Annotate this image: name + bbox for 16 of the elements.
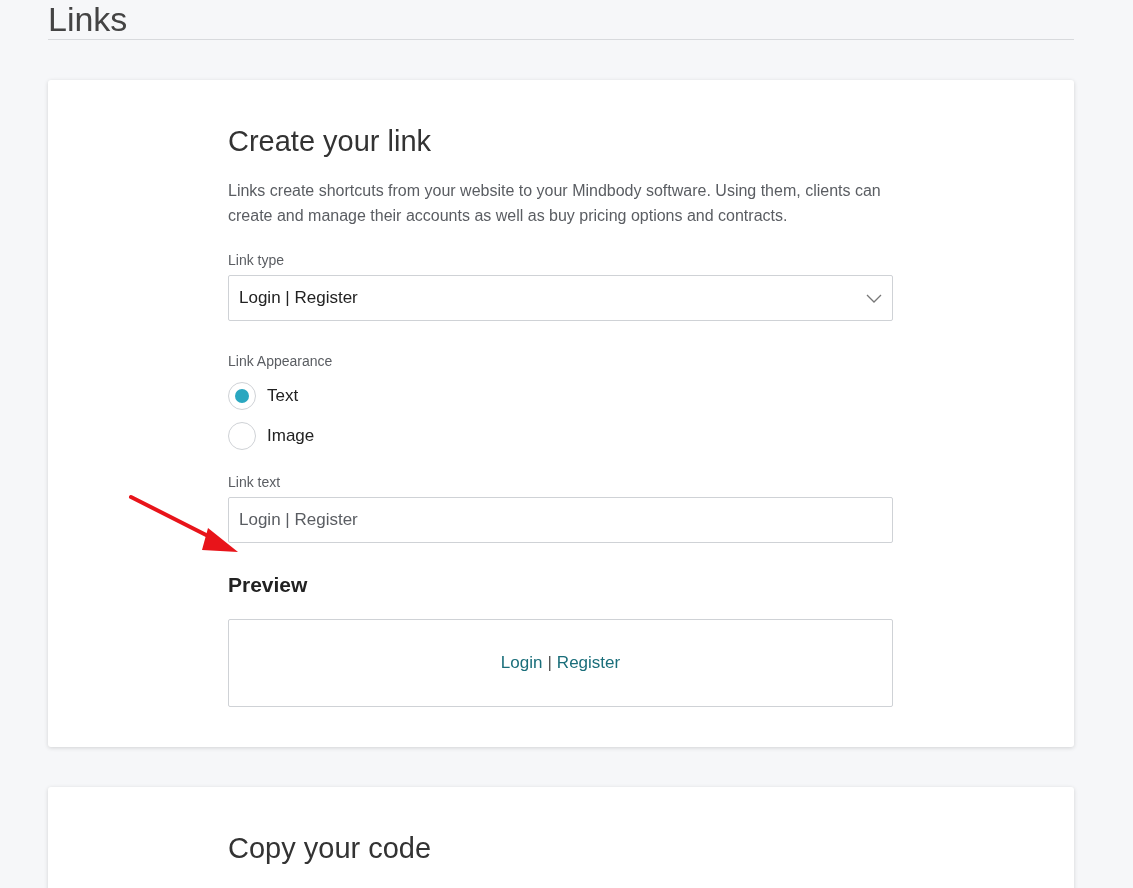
page-title: Links (48, 0, 129, 39)
chevron-down-icon (866, 293, 882, 303)
link-text-field[interactable]: Login | Register (228, 497, 893, 543)
field-label: Link Appearance (228, 353, 334, 369)
separator: | (547, 653, 552, 673)
preview-link[interactable]: Register (556, 653, 621, 673)
preview-link[interactable]: Login (500, 653, 543, 673)
preview-heading: Preview (228, 573, 309, 597)
radio-label: Image (267, 426, 315, 446)
section-heading: Create your link (228, 124, 433, 159)
radio-label: Text (267, 386, 299, 406)
section-heading: Copy your code (228, 831, 433, 866)
field-label: Link type (228, 252, 286, 268)
description: Links create shortcuts from your website to your Mindbody software. Using them, clients can create and manage their accounts as well as buy pricing options and contracts. (228, 181, 882, 226)
field-label: Link text (228, 474, 282, 490)
link-type-dropdown[interactable]: Login | Register (228, 275, 893, 321)
